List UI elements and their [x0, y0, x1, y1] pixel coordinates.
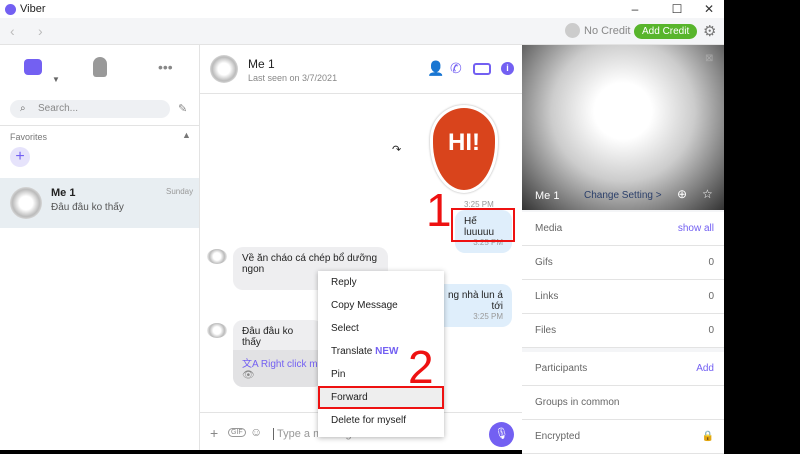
viber-logo-icon	[5, 3, 16, 15]
row-count: 0	[708, 291, 714, 302]
files-row[interactable]: Files 0	[522, 314, 724, 348]
conversation-item[interactable]: Me 1 Đâu đâu ko thấy Sunday	[0, 178, 199, 228]
show-all-link[interactable]: show all	[678, 223, 714, 234]
chevron-down-icon[interactable]: ▼	[52, 75, 60, 84]
credit-status[interactable]: No Credit	[565, 23, 630, 38]
conversation-date: Sunday	[166, 187, 194, 196]
search-input[interactable]: ⌕ Search...	[10, 100, 170, 118]
translate-label: Translate	[331, 346, 373, 357]
participants-label: Participants	[535, 363, 588, 374]
menu-item-select[interactable]: Select	[318, 317, 444, 340]
contacts-tab-icon[interactable]	[93, 57, 107, 77]
call-icon[interactable]: ✆	[450, 60, 462, 77]
back-button[interactable]: ‹	[10, 23, 15, 39]
sidebar: ▼ ••• ⌕ Search... ✎ Favorites ▲ + Me 1 Đâ…	[0, 45, 200, 450]
contact-avatar	[10, 187, 42, 219]
chat-name: Me 1	[248, 57, 275, 71]
gif-icon[interactable]: GIF	[228, 428, 246, 437]
viber-window: Viber – ☐ ✕ ‹ › No Credit Add Credit ⚙ ▼…	[0, 0, 724, 454]
sender-avatar	[207, 323, 227, 338]
chat-status: Last seen on 3/7/2021	[248, 73, 338, 83]
search-placeholder: Search...	[38, 103, 79, 114]
encrypted-label: Encrypted	[535, 431, 581, 442]
add-participant-icon[interactable]: 👤	[427, 60, 444, 77]
media-row: Media show all	[522, 212, 724, 246]
menu-item-delete-for-myself[interactable]: Delete for myself	[318, 409, 444, 432]
add-participant-link[interactable]: Add	[696, 363, 714, 374]
row-count: 0	[708, 325, 714, 336]
menu-item-copy-message[interactable]: Copy Message	[318, 294, 444, 317]
row-label: Files	[535, 325, 557, 336]
sticker-icon[interactable]: ☺	[250, 425, 262, 439]
share-icon[interactable]: ↷	[392, 143, 401, 156]
change-setting-link[interactable]: Change Setting >	[584, 190, 662, 201]
avatar-icon	[565, 23, 580, 38]
media-label: Media	[535, 223, 563, 234]
highlight-box-1	[451, 208, 515, 242]
message-bubble[interactable]: Đâu đâu ko thấy 文A Right click mess 👁	[233, 320, 323, 387]
add-favorite-button[interactable]: +	[10, 147, 30, 167]
row-count: 0	[708, 257, 714, 268]
add-contact-icon[interactable]: ⊕	[677, 187, 687, 201]
menu-item-reply[interactable]: Reply	[318, 271, 444, 294]
links-row[interactable]: Links 0	[522, 280, 724, 314]
info-name: Me 1	[535, 190, 560, 202]
more-icon[interactable]: •••	[158, 59, 173, 75]
credit-label: No Credit	[584, 24, 631, 37]
compose-icon[interactable]: ✎	[178, 102, 187, 115]
eye-icon: 👁	[242, 370, 255, 381]
chat-avatar[interactable]	[210, 55, 238, 83]
message-text: Đâu đâu ko thấy	[242, 326, 294, 348]
info-icon[interactable]: i	[501, 62, 514, 75]
message-text: ng nhà lun á tới	[447, 290, 503, 312]
row-label: Gifs	[535, 257, 553, 268]
conversation-preview: Đâu đâu ko thấy	[51, 202, 124, 213]
conversation-name: Me 1	[51, 187, 76, 199]
translate-icon: 文A	[242, 359, 261, 370]
star-icon[interactable]: ☆	[702, 187, 713, 201]
step-1-label: 1	[426, 184, 452, 236]
settings-gear-icon[interactable]: ⚙	[703, 22, 716, 40]
close-button[interactable]: ✕	[694, 0, 724, 18]
video-call-icon[interactable]	[473, 63, 491, 75]
window-title: Viber	[20, 3, 46, 15]
translate-hint[interactable]: 文A Right click mess 👁	[233, 350, 323, 387]
minimize-button[interactable]: –	[620, 0, 650, 18]
message-time: 3:25 PM	[473, 312, 503, 321]
favorites-label: Favorites	[10, 132, 48, 142]
new-badge: NEW	[375, 346, 399, 357]
forward-button[interactable]: ›	[38, 23, 43, 39]
title-bar: Viber – ☐ ✕	[0, 0, 724, 18]
encrypted-row: Encrypted 🔒	[522, 420, 724, 454]
maximize-button[interactable]: ☐	[662, 0, 692, 18]
hi-sticker[interactable]: HI!	[430, 105, 498, 193]
search-icon: ⌕	[20, 103, 26, 114]
contact-photo: ⊠ Me 1 Change Setting > ⊕ ☆	[522, 45, 724, 210]
gifs-row[interactable]: Gifs 0	[522, 246, 724, 280]
toolbar: ‹ › No Credit Add Credit ⚙	[0, 18, 724, 45]
close-photo-icon[interactable]: ⊠	[705, 53, 713, 64]
chats-tab-icon[interactable]	[24, 59, 42, 75]
microphone-icon[interactable]: 🎙	[489, 422, 514, 447]
step-2-label: 2	[408, 341, 434, 393]
info-panel: ⊠ Me 1 Change Setting > ⊕ ☆ Media show al…	[522, 45, 724, 454]
participants-row: Participants Add	[522, 352, 724, 386]
groups-label: Groups in common	[535, 397, 620, 408]
sender-avatar	[207, 249, 227, 264]
row-label: Links	[535, 291, 559, 302]
add-credit-button[interactable]: Add Credit	[634, 24, 698, 39]
collapse-icon[interactable]: ▲	[182, 130, 191, 140]
groups-in-common-row[interactable]: Groups in common	[522, 386, 724, 420]
lock-icon: 🔒	[701, 431, 714, 442]
add-attachment-icon[interactable]: +	[210, 425, 218, 441]
translate-hint-text: Right click mess	[260, 359, 323, 370]
